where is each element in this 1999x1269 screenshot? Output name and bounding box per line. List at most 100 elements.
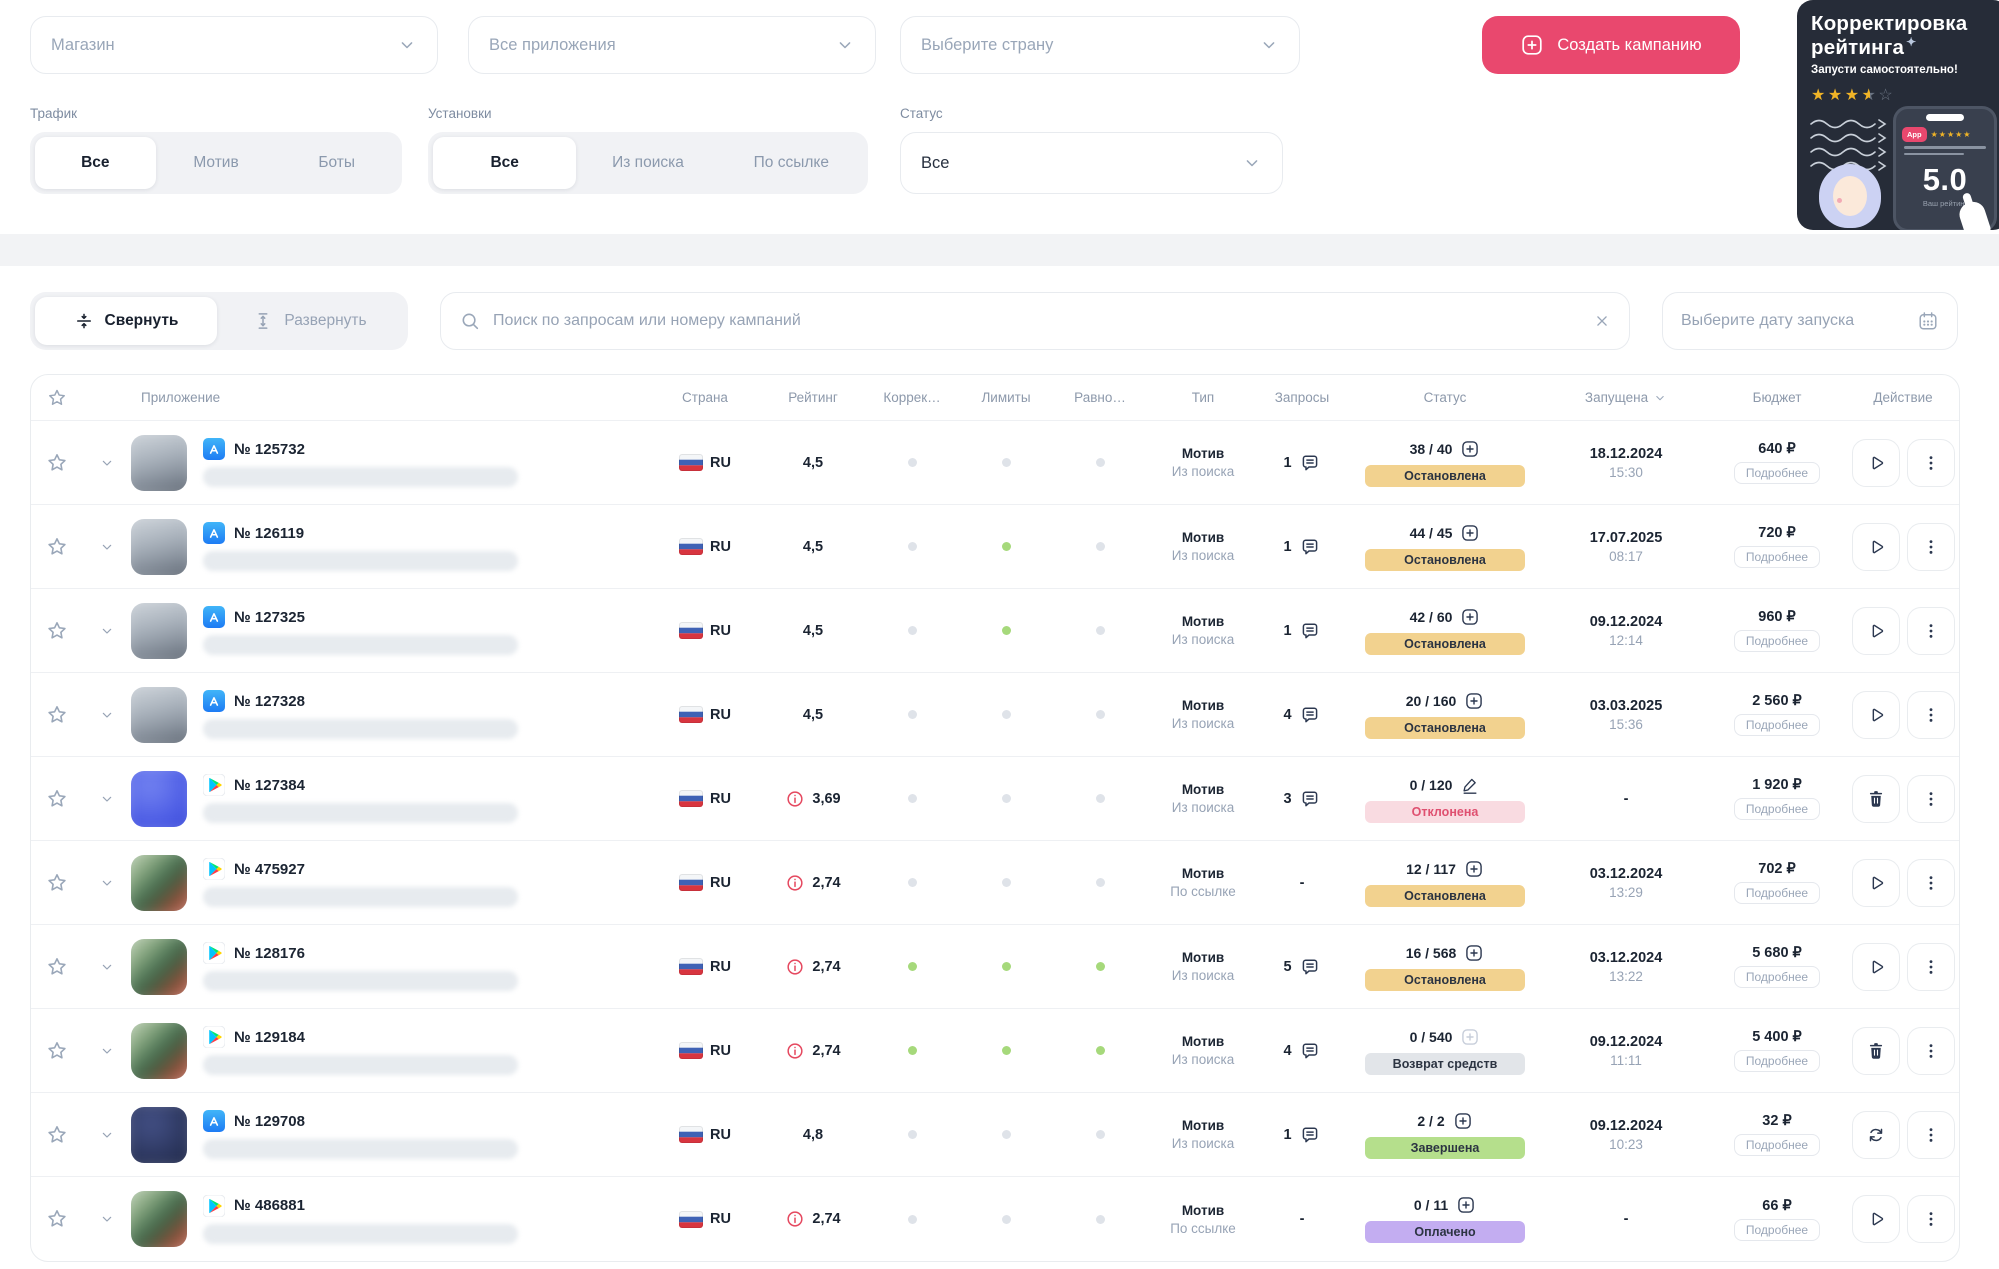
budget-details-button[interactable]: Подробнее (1733, 546, 1821, 568)
increase-limit-button[interactable] (1460, 1027, 1480, 1047)
budget-details-button[interactable]: Подробнее (1733, 1050, 1821, 1072)
rating-value: 2,74 (812, 874, 841, 891)
star-icon (45, 619, 69, 643)
row-menu-button[interactable] (1906, 690, 1955, 739)
expand-row-button[interactable] (99, 707, 115, 723)
increase-limit-button[interactable] (1464, 859, 1484, 879)
kebab-icon (1921, 1209, 1941, 1229)
expand-row-button[interactable] (99, 1211, 115, 1227)
installs-tab[interactable]: Все (433, 137, 577, 189)
budget-details-button[interactable]: Подробнее (1733, 798, 1821, 820)
promo-banner[interactable]: Корректировка рейтинга ✦ Запусти самостоя… (1797, 0, 1999, 230)
app-info: № 129708 (203, 1110, 518, 1159)
rating-alert-icon (785, 1041, 805, 1061)
favorite-toggle[interactable] (45, 787, 69, 811)
column-header[interactable]: Запущена (1545, 390, 1707, 405)
play-button[interactable] (1851, 1195, 1900, 1243)
expand-row-button[interactable] (99, 791, 115, 807)
budget-value: 5 400 ₽ (1752, 1029, 1802, 1045)
budget-details-button[interactable]: Подробнее (1733, 714, 1821, 736)
increase-limit-button[interactable] (1464, 691, 1484, 711)
indicator-dot (1095, 1046, 1105, 1055)
row-menu-button[interactable] (1906, 1026, 1955, 1075)
favorite-toggle[interactable] (45, 535, 69, 559)
play-button[interactable] (1851, 522, 1900, 571)
favorite-toggle[interactable] (45, 1207, 69, 1231)
play-button[interactable] (1851, 942, 1900, 991)
googleplay-icon (203, 1026, 225, 1048)
favorite-toggle[interactable] (45, 955, 69, 979)
expand-row-button[interactable] (99, 623, 115, 639)
row-menu-button[interactable] (1906, 858, 1955, 907)
collapse-rows-button[interactable]: Свернуть (35, 297, 217, 345)
budget-details-button[interactable]: Подробнее (1733, 1218, 1821, 1241)
favorite-toggle[interactable] (45, 1039, 69, 1063)
trash-button[interactable] (1851, 774, 1900, 823)
play-button[interactable] (1851, 438, 1900, 487)
favorites-header[interactable] (31, 387, 83, 409)
traffic-tab[interactable]: Все (35, 137, 156, 189)
budget-details-button[interactable]: Подробнее (1733, 882, 1821, 904)
budget-details-button[interactable]: Подробнее (1733, 966, 1821, 988)
favorite-toggle[interactable] (45, 619, 69, 643)
increase-limit-button[interactable] (1453, 1111, 1473, 1131)
status-select[interactable]: Все (900, 132, 1283, 194)
trash-button[interactable] (1851, 1026, 1900, 1075)
rating-cell: 4,5 (761, 707, 865, 723)
status-badge: Остановлена (1365, 464, 1525, 487)
increase-limit-button[interactable] (1460, 523, 1480, 543)
apps-select[interactable]: Все приложения (468, 16, 876, 74)
chevron-down-icon (99, 875, 115, 891)
play-button[interactable] (1851, 606, 1900, 655)
expand-row-button[interactable] (99, 1043, 115, 1059)
installs-tab[interactable]: По ссылке (720, 137, 863, 189)
app-icon-blurred (131, 1106, 187, 1163)
favorite-toggle[interactable] (45, 1123, 69, 1147)
increase-limit-button[interactable] (1456, 1195, 1476, 1215)
country-cell: RU (649, 790, 761, 807)
budget-details-button[interactable]: Подробнее (1733, 630, 1821, 652)
favorite-toggle[interactable] (45, 451, 69, 475)
row-menu-button[interactable] (1906, 606, 1955, 655)
favorite-toggle[interactable] (45, 871, 69, 895)
progress-count: 0 / 11 (1414, 1195, 1476, 1215)
clear-search-button[interactable] (1593, 312, 1611, 330)
traffic-tab[interactable]: Мотив (156, 137, 277, 189)
requests-count: 5 (1283, 958, 1292, 975)
search-input[interactable] (493, 312, 1581, 330)
edit-limit-button[interactable] (1460, 775, 1480, 795)
comments-icon (1299, 704, 1321, 726)
row-menu-button[interactable] (1906, 1110, 1955, 1159)
increase-limit-button[interactable] (1460, 607, 1480, 627)
refresh-button[interactable] (1851, 1110, 1900, 1159)
rating-value: 4,5 (802, 454, 824, 471)
installs-tab[interactable]: Из поиска (576, 137, 719, 189)
traffic-tab[interactable]: Боты (276, 137, 397, 189)
budget-details-button[interactable]: Подробнее (1733, 462, 1821, 484)
store-select[interactable]: Магазин (30, 16, 438, 74)
play-button[interactable] (1851, 690, 1900, 739)
expand-row-button[interactable] (99, 455, 115, 471)
expand-rows-button[interactable]: Развернуть (217, 297, 403, 345)
country-cell: RU (649, 622, 761, 639)
launch-date-picker[interactable]: Выберите дату запуска (1662, 292, 1958, 350)
expand-row-button[interactable] (99, 959, 115, 975)
expand-row-button[interactable] (99, 1127, 115, 1143)
row-menu-button[interactable] (1906, 438, 1955, 487)
budget-value: 720 ₽ (1758, 525, 1796, 541)
favorite-toggle[interactable] (45, 703, 69, 727)
play-button[interactable] (1851, 858, 1900, 907)
rating-cell: 3,69 (761, 789, 865, 809)
row-menu-button[interactable] (1906, 522, 1955, 571)
expand-row-button[interactable] (99, 875, 115, 891)
row-menu-button[interactable] (1906, 774, 1955, 823)
app-info: № 127328 (203, 690, 518, 739)
expand-row-button[interactable] (99, 539, 115, 555)
row-menu-button[interactable] (1906, 1195, 1955, 1243)
increase-limit-button[interactable] (1464, 943, 1484, 963)
create-campaign-button[interactable]: Создать кампанию (1482, 16, 1740, 74)
budget-details-button[interactable]: Подробнее (1733, 1134, 1821, 1156)
increase-limit-button[interactable] (1460, 439, 1480, 459)
country-select[interactable]: Выберите страну (900, 16, 1300, 74)
row-menu-button[interactable] (1906, 942, 1955, 991)
